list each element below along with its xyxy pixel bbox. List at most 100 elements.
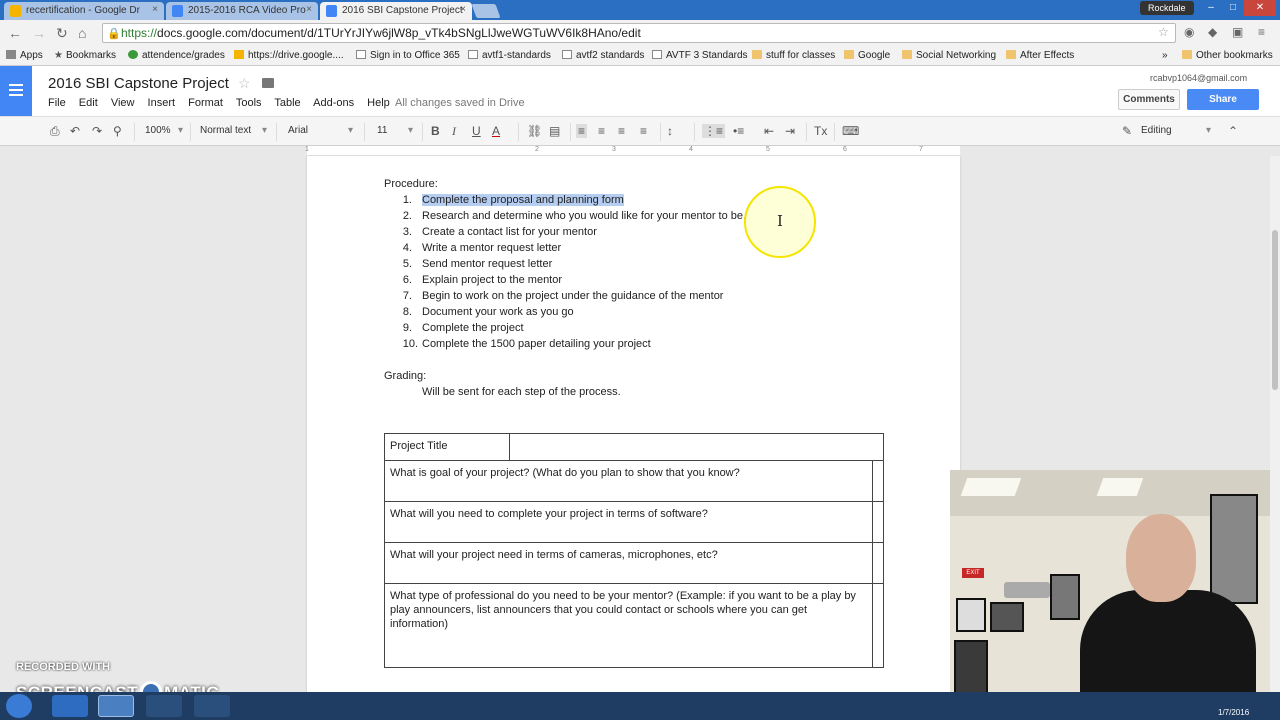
snipping-tool-taskbar-icon[interactable] xyxy=(194,695,230,717)
table-cell-answer[interactable] xyxy=(872,460,884,502)
outlook-taskbar-icon[interactable] xyxy=(52,695,88,717)
close-window-icon[interactable]: ✕ xyxy=(1244,0,1276,16)
bulleted-list-icon[interactable]: •≡ xyxy=(733,124,744,138)
menu-tools[interactable]: Tools xyxy=(236,97,262,109)
align-right-icon[interactable]: ≡ xyxy=(618,124,625,138)
justify-icon[interactable]: ≡ xyxy=(640,124,647,138)
numbered-list-icon[interactable]: ⋮≡ xyxy=(702,124,726,138)
home-icon[interactable]: ⌂ xyxy=(78,25,86,41)
firefox-taskbar-icon[interactable] xyxy=(146,695,182,717)
maximize-icon[interactable]: □ xyxy=(1222,0,1244,16)
redo-icon[interactable]: ↷ xyxy=(92,124,102,138)
browser-tab-rca-video[interactable]: 2015-2016 RCA Video Pro × xyxy=(166,2,318,20)
decrease-indent-icon[interactable]: ⇤ xyxy=(764,124,774,138)
bookmark-item[interactable]: attendence/grades xyxy=(128,50,225,61)
bookmark-star-icon[interactable]: ☆ xyxy=(1158,25,1169,39)
bookmark-folder[interactable]: After Effects xyxy=(1006,50,1074,61)
style-select[interactable]: Normal text xyxy=(200,125,251,136)
chrome-taskbar-icon[interactable] xyxy=(98,695,134,717)
increase-indent-icon[interactable]: ⇥ xyxy=(785,124,795,138)
forward-icon[interactable]: → xyxy=(32,25,46,41)
document-page[interactable]: Procedure: 1. Complete the proposal and … xyxy=(307,156,960,716)
bookmark-item[interactable]: AVTF 3 Standards xyxy=(652,50,748,61)
menu-table[interactable]: Table xyxy=(274,97,300,109)
extension-icon[interactable]: ◆ xyxy=(1208,25,1217,39)
font-size-select[interactable]: 11 xyxy=(377,125,387,136)
chevron-down-icon: ▾ xyxy=(1206,125,1212,136)
taskbar-clock[interactable]: 1/7/2016 xyxy=(1218,708,1249,717)
bookmark-item[interactable]: avtf1-standards xyxy=(468,50,551,61)
move-to-folder-icon[interactable] xyxy=(262,78,274,88)
vertical-scrollbar[interactable] xyxy=(1270,156,1280,720)
apps-shortcut[interactable]: Apps xyxy=(6,50,43,61)
document-title[interactable]: 2016 SBI Capstone Project xyxy=(48,75,229,92)
zoom-select[interactable]: 100% xyxy=(145,125,171,136)
docs-home-icon[interactable] xyxy=(0,66,32,116)
scrollbar-thumb[interactable] xyxy=(1272,230,1278,390)
text-color-icon[interactable]: A xyxy=(492,124,500,138)
minimize-icon[interactable]: – xyxy=(1200,0,1222,16)
bookmark-item[interactable]: https://drive.google.... xyxy=(234,50,344,61)
input-tools-icon[interactable]: ⌨ xyxy=(842,124,859,138)
list-number: 5. xyxy=(402,258,412,270)
font-select[interactable]: Arial xyxy=(288,125,308,136)
reload-icon[interactable]: ↻ xyxy=(56,25,68,42)
menu-addons[interactable]: Add-ons xyxy=(313,97,354,109)
address-input[interactable]: 🔒 https://docs.google.com/document/d/1TU… xyxy=(102,23,1176,43)
close-tab-icon[interactable]: × xyxy=(460,4,466,15)
print-icon[interactable]: ⎙ xyxy=(50,124,60,139)
bold-icon[interactable]: B xyxy=(431,124,440,138)
table-cell-answer[interactable] xyxy=(872,542,884,584)
bookmarks-bar: Apps ★ Bookmarks attendence/grades https:… xyxy=(0,46,1280,66)
menu-view[interactable]: View xyxy=(111,97,135,109)
share-button[interactable]: Share xyxy=(1187,89,1259,110)
table-cell-answer[interactable] xyxy=(509,433,884,461)
table-cell-answer[interactable] xyxy=(872,501,884,543)
comments-button[interactable]: Comments xyxy=(1118,89,1180,110)
bookmark-folder[interactable]: Google xyxy=(844,50,890,61)
extension-icon[interactable]: ▣ xyxy=(1232,25,1243,39)
star-icon[interactable]: ☆ xyxy=(238,75,251,92)
collapse-menu-icon[interactable]: ⌃ xyxy=(1228,124,1238,138)
editing-mode-select[interactable]: Editing xyxy=(1141,125,1172,136)
bookmark-item[interactable]: avtf2 standards xyxy=(562,50,644,61)
undo-icon[interactable]: ↶ xyxy=(70,124,80,138)
profile-button[interactable]: Rockdale xyxy=(1140,1,1194,15)
align-left-icon[interactable]: ≡ xyxy=(576,124,588,138)
align-center-icon[interactable]: ≡ xyxy=(598,124,605,138)
link-icon[interactable]: ⛓ xyxy=(527,124,542,138)
list-item: Complete the project xyxy=(422,322,524,334)
paint-format-icon[interactable]: ⚲ xyxy=(113,124,122,138)
underline-icon[interactable]: U xyxy=(472,124,481,138)
new-tab-button[interactable] xyxy=(471,4,501,18)
extension-icon[interactable]: ◉ xyxy=(1184,25,1194,39)
line-spacing-icon[interactable]: ↕ xyxy=(667,124,673,138)
more-bookmarks-chevron[interactable]: » xyxy=(1162,50,1168,61)
menu-insert[interactable]: Insert xyxy=(148,97,176,109)
menu-help[interactable]: Help xyxy=(367,97,390,109)
comment-icon[interactable]: ▤ xyxy=(549,124,560,138)
menu-edit[interactable]: Edit xyxy=(79,97,98,109)
clear-formatting-icon[interactable]: Tx xyxy=(814,124,827,138)
table-cell-answer[interactable] xyxy=(872,583,884,668)
ruler[interactable]: 1 2 3 4 5 6 7 xyxy=(305,146,960,156)
close-tab-icon[interactable]: × xyxy=(306,4,312,15)
account-email[interactable]: rcabvp1064@gmail.com xyxy=(1150,73,1247,83)
italic-icon[interactable]: I xyxy=(452,124,456,139)
close-tab-icon[interactable]: × xyxy=(152,4,158,15)
bookmark-folder[interactable]: Social Networking xyxy=(902,50,996,61)
bookmark-item[interactable]: Sign in to Office 365 xyxy=(356,50,460,61)
browser-tab-recertification[interactable]: recertification - Google Dr × xyxy=(4,2,164,20)
other-bookmarks-folder[interactable]: Other bookmarks xyxy=(1182,50,1273,61)
bookmark-folder[interactable]: stuff for classes xyxy=(752,50,835,61)
menu-file[interactable]: File xyxy=(48,97,66,109)
menu-format[interactable]: Format xyxy=(188,97,223,109)
list-number: 10. xyxy=(402,338,418,350)
selected-text[interactable]: Complete the proposal and planning form xyxy=(422,194,624,206)
save-status[interactable]: All changes saved in Drive xyxy=(395,97,525,109)
menu-icon[interactable]: ≡ xyxy=(1258,25,1265,39)
browser-tab-capstone[interactable]: 2016 SBI Capstone Project × xyxy=(320,2,472,20)
start-button-icon[interactable] xyxy=(6,694,32,718)
back-icon[interactable]: ← xyxy=(8,25,22,41)
bookmark-item[interactable]: ★ Bookmarks xyxy=(54,50,116,61)
